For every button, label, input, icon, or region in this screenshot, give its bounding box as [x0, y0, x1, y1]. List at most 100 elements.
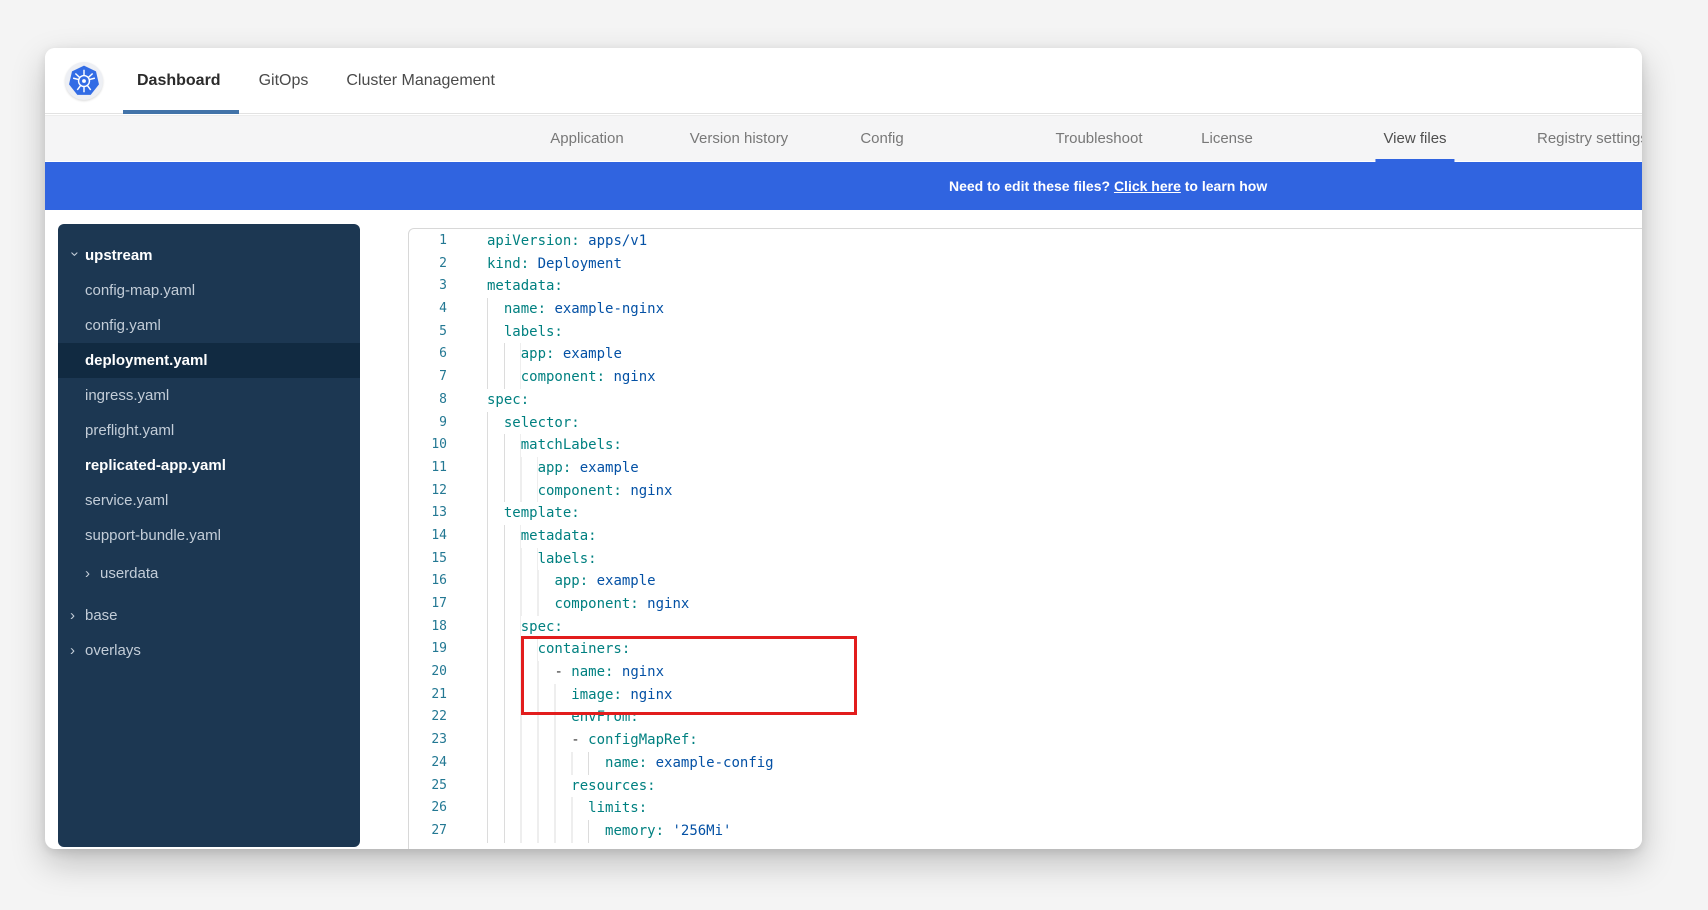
- line-number: 1: [409, 230, 447, 253]
- tree-folder-upstream[interactable]: ›upstream: [58, 238, 360, 273]
- tree-item-label: upstream: [85, 247, 153, 264]
- chevron-right-icon: ›: [70, 643, 80, 658]
- code-line-content: resources:: [487, 775, 656, 798]
- code-line-content: metadata:: [487, 525, 597, 548]
- tree-file-deployment-yaml[interactable]: deployment.yaml: [58, 343, 360, 378]
- indent-guides: [487, 502, 504, 525]
- yaml-value: nginx: [630, 483, 672, 499]
- yaml-key: app:: [538, 460, 572, 476]
- tab-troubleshoot[interactable]: Troubleshoot: [1056, 116, 1143, 162]
- main-nav-item-dashboard[interactable]: Dashboard: [137, 48, 221, 114]
- yaml-value: example: [563, 346, 622, 362]
- code-line-content: containers:: [487, 638, 630, 661]
- tree-file-config-map-yaml[interactable]: config-map.yaml: [58, 273, 360, 308]
- tab-registry-settings[interactable]: Registry settings: [1537, 116, 1642, 162]
- code-line-content: component: nginx: [487, 480, 672, 503]
- code-line-21: 21image: nginx: [409, 684, 1642, 707]
- tab-view-files[interactable]: View files: [1383, 116, 1446, 162]
- yaml-key: app:: [521, 346, 555, 362]
- indent-guides: [487, 343, 521, 366]
- line-number: 19: [409, 638, 447, 661]
- yaml-key: apiVersion:: [487, 233, 580, 249]
- yaml-key: app:: [554, 573, 588, 589]
- tree-item-label: overlays: [85, 642, 141, 659]
- tree-file-replicated-app-yaml[interactable]: replicated-app.yaml: [58, 448, 360, 483]
- yaml-value: nginx: [613, 369, 655, 385]
- tab-version-history[interactable]: Version history: [690, 116, 788, 162]
- code-line-3: 3metadata:: [409, 275, 1642, 298]
- yaml-key: selector:: [504, 415, 580, 431]
- tree-item-label: service.yaml: [85, 492, 168, 509]
- kubernetes-logo-icon[interactable]: [65, 62, 103, 100]
- line-number: 2: [409, 253, 447, 276]
- code-line-1: 1apiVersion: apps/v1: [409, 230, 1642, 253]
- app-header: Dashboard GitOps Cluster Management: [45, 48, 1642, 114]
- line-number: 5: [409, 321, 447, 344]
- yaml-key: metadata:: [487, 278, 563, 294]
- code-line-9: 9selector:: [409, 412, 1642, 435]
- main-nav-item-cluster-management[interactable]: Cluster Management: [346, 48, 495, 114]
- tree-file-config-yaml[interactable]: config.yaml: [58, 308, 360, 343]
- tab-license[interactable]: License: [1201, 116, 1253, 162]
- tree-item-label: base: [85, 607, 118, 624]
- yaml-editor[interactable]: 1apiVersion: apps/v12kind: Deployment3me…: [408, 228, 1642, 849]
- code-line-13: 13 template:: [409, 502, 1642, 525]
- indent-guides: [487, 616, 521, 639]
- admin-console-window: Dashboard GitOps Cluster Management Applic…: [45, 48, 1642, 849]
- tab-config[interactable]: Config: [860, 116, 903, 162]
- line-number: 27: [409, 820, 447, 843]
- tree-file-preflight-yaml[interactable]: preflight.yaml: [58, 413, 360, 448]
- code-line-11: 11app: example: [409, 457, 1642, 480]
- yaml-value: nginx: [647, 596, 689, 612]
- tree-folder-overlays[interactable]: › overlays: [58, 633, 360, 668]
- indent-guides: [487, 548, 538, 571]
- line-number: 15: [409, 548, 447, 571]
- code-line-24: 24name: example-config: [409, 752, 1642, 775]
- code-line-content: template:: [487, 502, 580, 525]
- tree-item-label: config.yaml: [85, 317, 161, 334]
- code-line-15: 15 labels:: [409, 548, 1642, 571]
- yaml-value: nginx: [630, 687, 672, 703]
- line-number: 8: [409, 389, 447, 412]
- edit-files-banner: Need to edit these files? Click here to …: [45, 162, 1642, 210]
- code-line-content: spec:: [487, 616, 563, 639]
- yaml-key: metadata:: [521, 528, 597, 544]
- code-line-10: 10matchLabels:: [409, 434, 1642, 457]
- tree-item-label: preflight.yaml: [85, 422, 174, 439]
- banner-click-here-link[interactable]: Click here: [1114, 178, 1181, 194]
- code-line-content: spec:: [487, 389, 529, 412]
- indent-guides: [487, 480, 538, 503]
- tree-file-support-bundle-yaml[interactable]: support-bundle.yaml: [58, 518, 360, 553]
- code-line-5: 5labels:: [409, 321, 1642, 344]
- code-line-7: 7component: nginx: [409, 366, 1642, 389]
- tree-file-ingress-yaml[interactable]: ingress.yaml: [58, 378, 360, 413]
- code-line-content: name: example-nginx: [487, 298, 664, 321]
- file-tree-sidebar: ›upstreamconfig-map.yamlconfig.yamldeplo…: [58, 224, 360, 847]
- code-line-content: image: nginx: [487, 684, 672, 707]
- code-line-12: 12component: nginx: [409, 480, 1642, 503]
- yaml-key: containers:: [538, 641, 631, 657]
- code-line-content: selector:: [487, 412, 580, 435]
- yaml-key: labels:: [538, 551, 597, 567]
- tree-folder-base[interactable]: ›base: [58, 598, 360, 633]
- indent-guides: [487, 434, 521, 457]
- tree-file-service-yaml[interactable]: service.yaml: [58, 483, 360, 518]
- line-number: 13: [409, 502, 447, 525]
- yaml-key: component:: [554, 596, 638, 612]
- code-line-22: 22envFrom:: [409, 706, 1642, 729]
- code-line-content: app: example: [487, 457, 639, 480]
- indent-guides: [487, 706, 571, 729]
- yaml-key: spec:: [487, 392, 529, 408]
- main-nav-item-gitops[interactable]: GitOps: [259, 48, 309, 114]
- yaml-value: example: [580, 460, 639, 476]
- indent-guides: [487, 775, 571, 798]
- yaml-value: example-nginx: [554, 301, 664, 317]
- tab-application[interactable]: Application: [550, 116, 623, 162]
- yaml-key: component:: [521, 369, 605, 385]
- line-number: 4: [409, 298, 447, 321]
- yaml-key: component:: [538, 483, 622, 499]
- tree-folder-userdata[interactable]: ›userdata: [58, 556, 360, 591]
- indent-guides: [487, 412, 504, 435]
- code-line-content: app: example: [487, 570, 656, 593]
- indent-guides: [487, 366, 521, 389]
